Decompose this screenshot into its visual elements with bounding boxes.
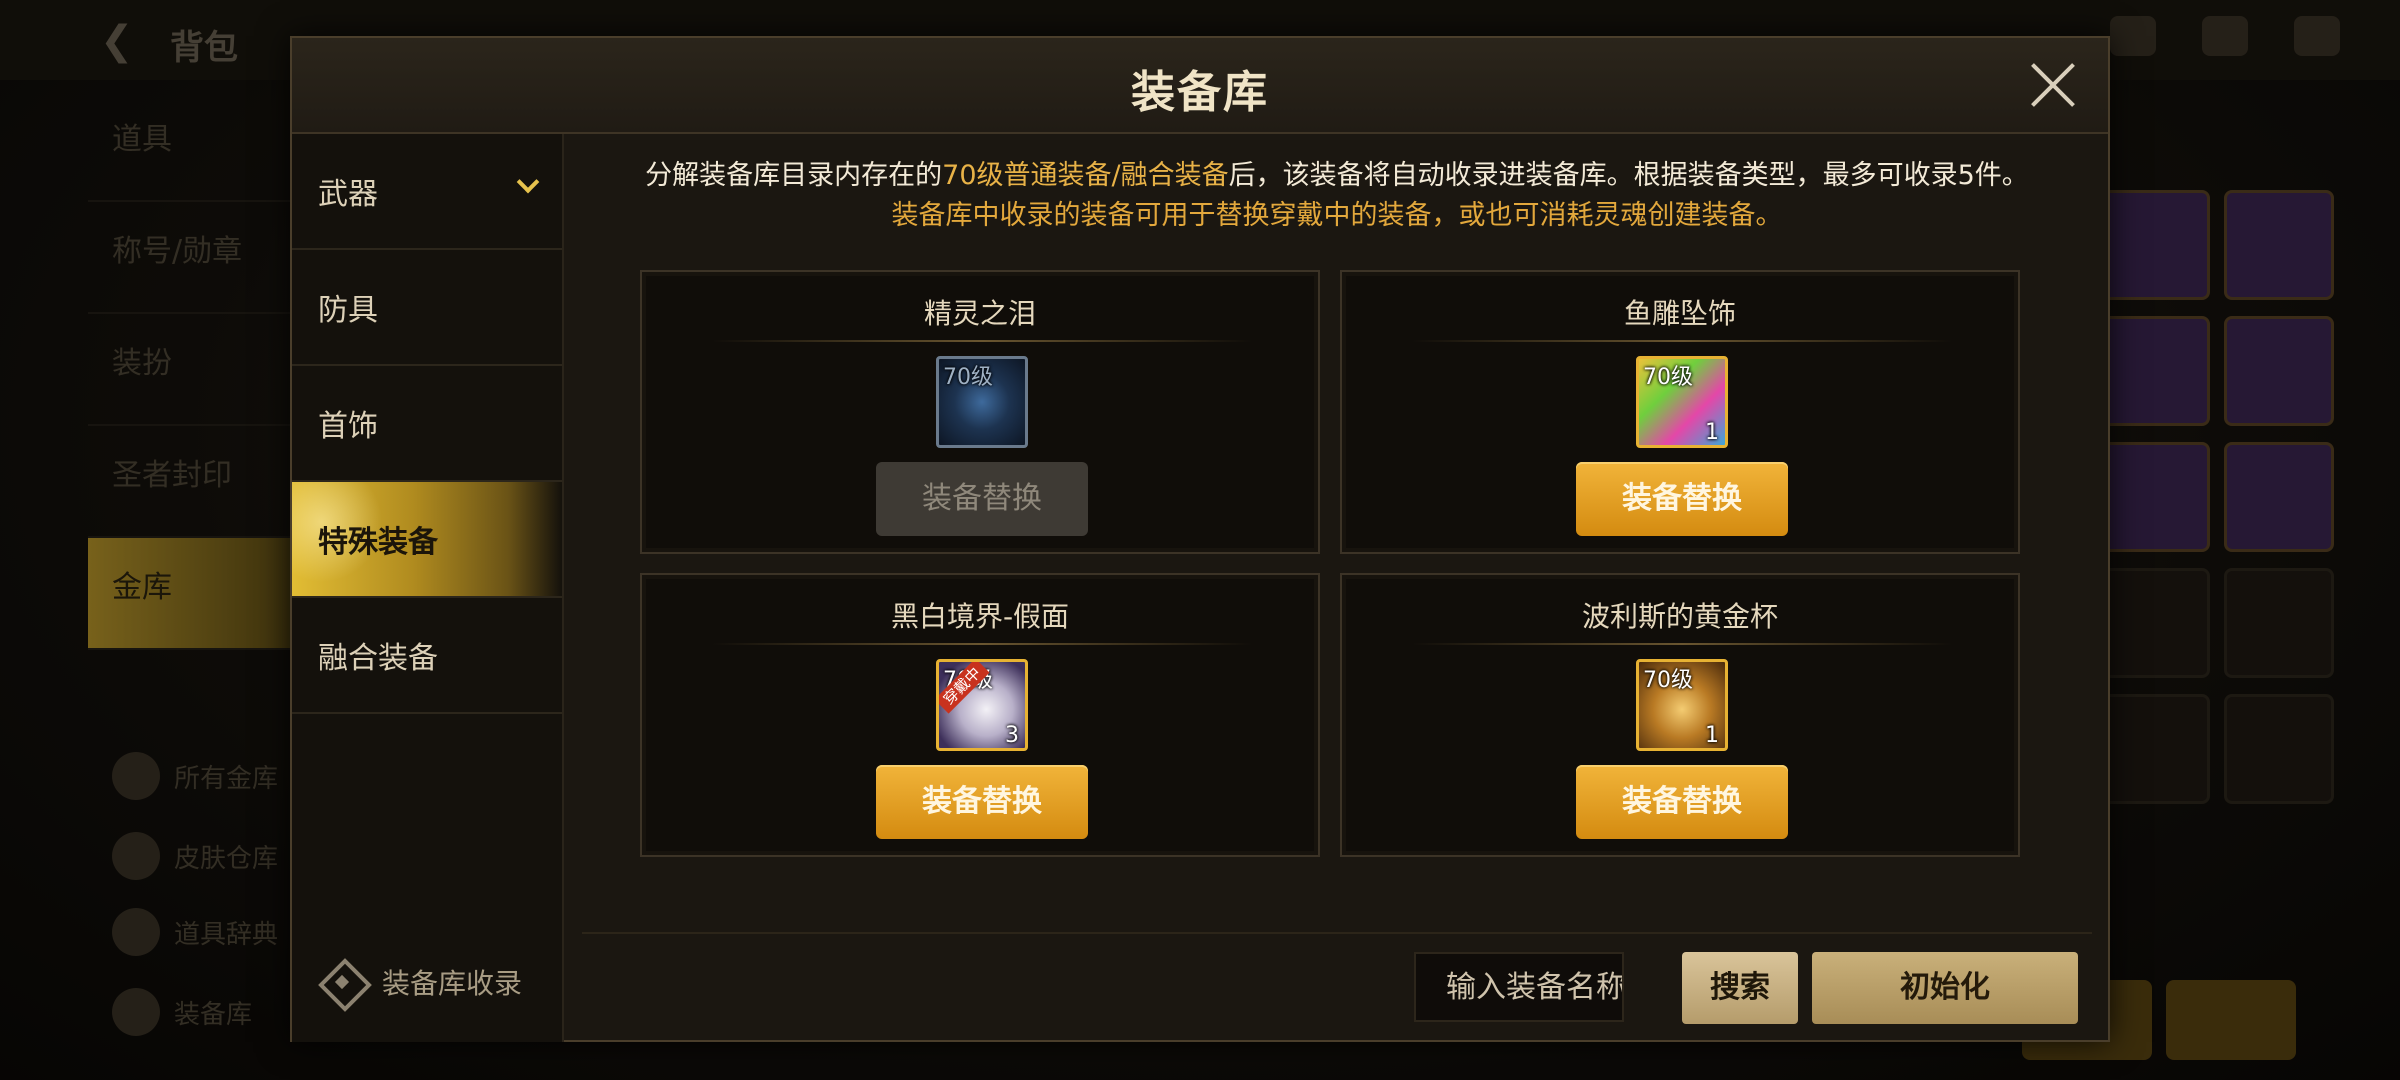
category-label: 首饰 <box>318 409 378 444</box>
divider <box>1412 643 1952 645</box>
search-button[interactable]: 搜索 <box>1682 952 1798 1024</box>
category-label: 武器 <box>318 177 378 212</box>
category-list: 武器 防具 首饰 特殊装备 融合装备 装备库收录 <box>292 134 564 1042</box>
modal-header: 装备库 <box>292 38 2108 134</box>
elf-tear-icon[interactable]: 70级 <box>936 356 1028 448</box>
category-tab-special[interactable]: 特殊装备 <box>292 482 562 598</box>
category-label: 融合装备 <box>318 641 438 676</box>
category-tab-accessory[interactable]: 首饰 <box>292 366 562 482</box>
fish-pendant-icon[interactable]: 70级 1 <box>1636 356 1728 448</box>
description: 分解装备库目录内存在的70级普通装备/融合装备后，该装备将自动收录进装备库。根据… <box>582 156 2092 236</box>
equipment-vault-modal: 装备库 武器 防具 首饰 特殊装备 融合装备 装备库收录 分解装备库目录内存在的… <box>290 36 2110 1042</box>
divider <box>712 340 1252 342</box>
swap-equipment-button[interactable]: 装备替换 <box>1576 765 1788 839</box>
swap-equipment-button[interactable]: 装备替换 <box>1576 462 1788 536</box>
modal-title: 装备库 <box>1131 67 1269 118</box>
divider <box>1412 340 1952 342</box>
category-tab-fusion[interactable]: 融合装备 <box>292 598 562 714</box>
equipment-name: 波利斯的黄金杯 <box>1581 600 1778 633</box>
equipment-card: 黑白境界-假面 70级 穿戴中 3 装备替换 <box>640 573 1320 857</box>
item-level: 70级 <box>1643 668 1693 693</box>
equipment-card: 精灵之泪 70级 装备替换 <box>640 270 1320 554</box>
swap-equipment-button[interactable]: 装备替换 <box>876 462 1088 536</box>
description-line-2: 装备库中收录的装备可用于替换穿戴中的装备，或也可消耗灵魂创建装备。 <box>891 200 1783 231</box>
category-label: 特殊装备 <box>318 525 438 560</box>
description-line-1: 分解装备库目录内存在的70级普通装备/融合装备后，该装备将自动收录进装备库。根据… <box>645 160 2029 191</box>
equipment-card: 鱼雕坠饰 70级 1 装备替换 <box>1340 270 2020 554</box>
description-highlight: 70级普通装备/融合装备 <box>942 160 1229 191</box>
item-count: 1 <box>1705 420 1719 445</box>
reset-button[interactable]: 初始化 <box>1812 952 2078 1024</box>
equipment-search-input[interactable] <box>1414 952 1624 1022</box>
category-label: 防具 <box>318 293 378 328</box>
swap-equipment-button[interactable]: 装备替换 <box>876 765 1088 839</box>
category-tab-weapon[interactable]: 武器 <box>292 134 562 250</box>
chevron-down-icon <box>516 170 540 194</box>
vault-collection-label: 装备库收录 <box>382 967 523 1000</box>
divider <box>582 932 2092 934</box>
equipment-name: 鱼雕坠饰 <box>1623 297 1736 330</box>
equipment-card: 波利斯的黄金杯 70级 1 装备替换 <box>1340 573 2020 857</box>
divider <box>712 643 1252 645</box>
mask-icon[interactable]: 70级 穿戴中 3 <box>936 659 1028 751</box>
equipment-name: 黑白境界-假面 <box>890 600 1070 633</box>
equipment-name: 精灵之泪 <box>923 297 1036 330</box>
close-icon[interactable] <box>2028 60 2078 110</box>
item-count: 1 <box>1705 723 1719 748</box>
item-level: 70级 <box>943 365 993 390</box>
item-count: 3 <box>1005 723 1019 748</box>
vault-collection-link[interactable]: 装备库收录 <box>316 956 522 1008</box>
collection-icon <box>316 956 368 1008</box>
category-tab-armor[interactable]: 防具 <box>292 250 562 366</box>
item-level: 70级 <box>1643 365 1693 390</box>
golden-cup-icon[interactable]: 70级 1 <box>1636 659 1728 751</box>
